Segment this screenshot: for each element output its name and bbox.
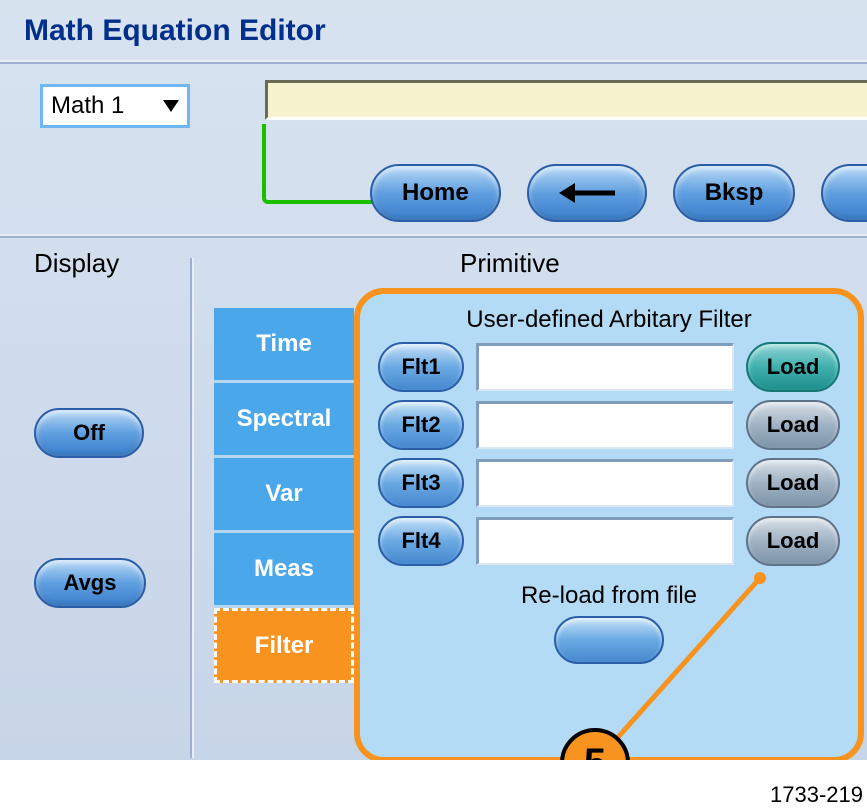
back-arrow-button[interactable] <box>527 164 647 222</box>
display-avgs-button[interactable]: Avgs <box>34 558 146 608</box>
flt1-button[interactable]: Flt1 <box>378 342 464 392</box>
tab-filter[interactable]: Filter <box>214 608 354 683</box>
primitive-tabs: Time Spectral Var Meas Filter <box>214 308 354 683</box>
filter-panel: User-defined Arbitary Filter Flt1 Load F… <box>354 288 864 760</box>
display-off-button[interactable]: Off <box>34 408 144 458</box>
display-section-label: Display <box>34 248 119 279</box>
arrow-left-icon <box>557 179 617 207</box>
figure-reference: 1733-219 <box>770 782 863 808</box>
tab-var[interactable]: Var <box>214 458 354 533</box>
reload-button[interactable] <box>554 616 664 664</box>
filter-panel-title: User-defined Arbitary Filter <box>378 306 840 334</box>
equation-input[interactable] <box>265 80 867 120</box>
flt4-button[interactable]: Flt4 <box>378 516 464 566</box>
tab-time[interactable]: Time <box>214 308 354 383</box>
filter-row: Flt2 Load <box>378 400 840 450</box>
flt3-button[interactable]: Flt3 <box>378 458 464 508</box>
tab-spectral[interactable]: Spectral <box>214 383 354 458</box>
vertical-divider <box>190 258 194 758</box>
math-select[interactable]: Math 1 <box>40 84 190 128</box>
flt1-input[interactable] <box>476 343 734 391</box>
home-button[interactable]: Home <box>370 164 501 222</box>
chevron-down-icon <box>163 100 179 112</box>
math-select-value: Math 1 <box>51 92 163 120</box>
flt4-input[interactable] <box>476 517 734 565</box>
flt3-load-button[interactable]: Load <box>746 458 840 508</box>
filter-row: Flt1 Load <box>378 342 840 392</box>
flt2-button[interactable]: Flt2 <box>378 400 464 450</box>
flt2-input[interactable] <box>476 401 734 449</box>
bracket-connector <box>262 124 372 204</box>
primitive-section-label: Primitive <box>460 248 560 279</box>
window-title: Math Equation Editor <box>0 0 867 60</box>
flt3-input[interactable] <box>476 459 734 507</box>
filter-row: Flt3 Load <box>378 458 840 508</box>
flt1-load-button[interactable]: Load <box>746 342 840 392</box>
reload-label: Re-load from file <box>378 582 840 610</box>
flt2-load-button[interactable]: Load <box>746 400 840 450</box>
tab-meas[interactable]: Meas <box>214 533 354 608</box>
partial-button[interactable] <box>821 164 867 222</box>
filter-row: Flt4 Load <box>378 516 840 566</box>
flt4-load-button[interactable]: Load <box>746 516 840 566</box>
bksp-button[interactable]: Bksp <box>673 164 796 222</box>
